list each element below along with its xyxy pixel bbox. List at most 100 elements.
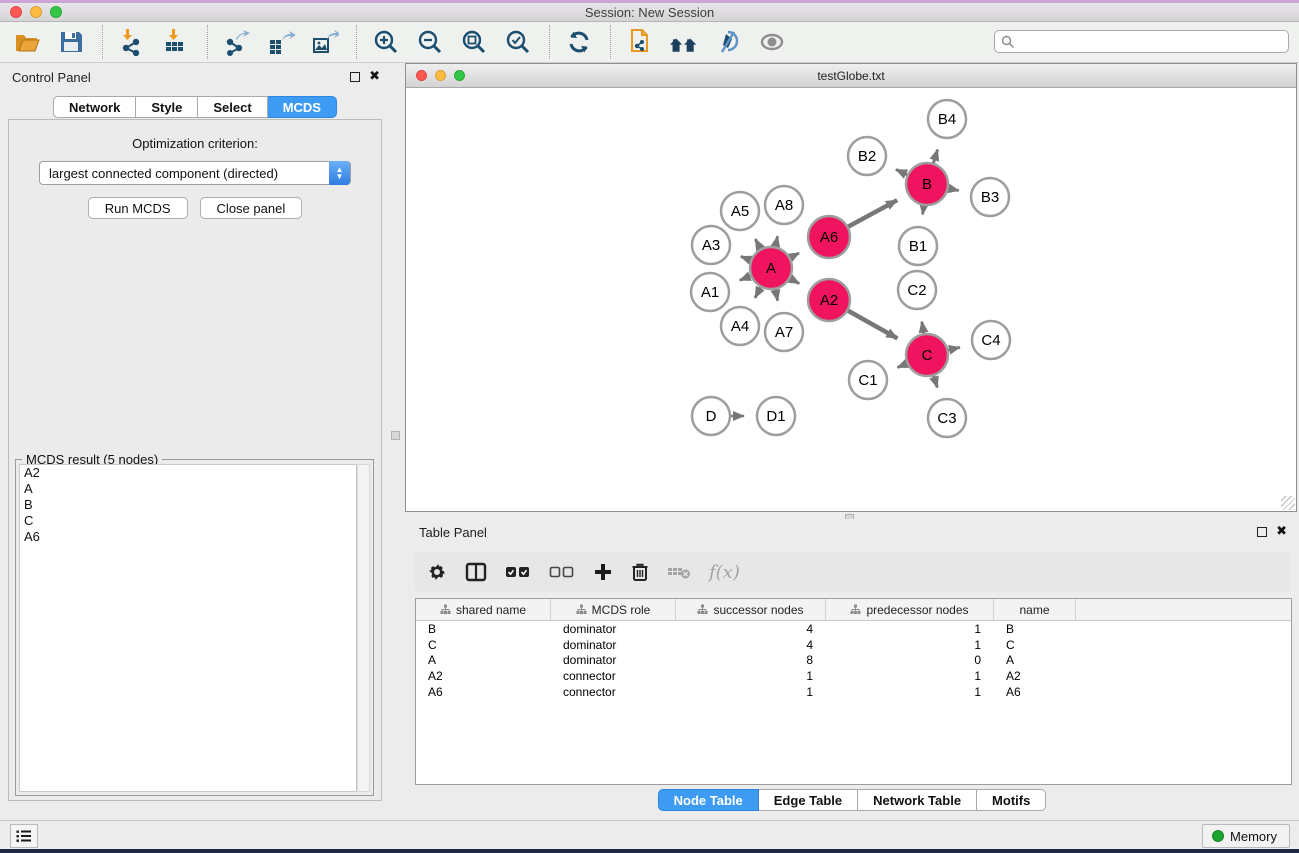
save-session-icon[interactable] [56,27,86,57]
node-A[interactable]: A [750,247,792,289]
result-list-scrollbar[interactable] [357,464,370,792]
zoom-in-icon[interactable] [371,27,401,57]
column-header-predecessor-nodes[interactable]: predecessor nodes [826,599,994,620]
export-table-icon[interactable] [266,27,296,57]
table-row[interactable]: A6connector11A6 [416,684,1291,700]
cell[interactable]: A6 [994,684,1076,700]
cell[interactable]: 1 [676,668,826,684]
delete-row-trash-icon[interactable] [631,562,649,582]
zoom-out-icon[interactable] [415,27,445,57]
node-C3[interactable]: C3 [928,399,966,437]
float-panel-icon[interactable] [350,72,360,82]
cell[interactable]: B [994,621,1076,637]
table-row[interactable]: Bdominator41B [416,621,1291,637]
node-A7[interactable]: A7 [765,313,803,351]
open-file-icon[interactable] [12,27,42,57]
column-header-name[interactable]: name [994,599,1076,620]
node-B2[interactable]: B2 [848,137,886,175]
network-graph[interactable]: B4B2BB3A8A5A6B1A3AC2A1A2A4A7C4CC1DD1C3 [406,88,1296,511]
memory-button[interactable]: Memory [1202,824,1290,848]
cell[interactable]: 4 [676,637,826,653]
node-A5[interactable]: A5 [721,192,759,230]
select-all-checkboxes-icon[interactable] [505,564,531,580]
deselect-all-checkboxes-icon[interactable] [549,564,575,580]
network-canvas[interactable]: B4B2BB3A8A5A6B1A3AC2A1A2A4A7C4CC1DD1C3 [406,88,1296,511]
add-row-icon[interactable] [593,562,613,582]
tab-style[interactable]: Style [136,96,198,118]
node-table[interactable]: shared nameMCDS rolesuccessor nodesprede… [415,598,1292,785]
node-B3[interactable]: B3 [971,178,1009,216]
column-layout-icon[interactable] [465,562,487,582]
hide-style-icon[interactable] [713,27,743,57]
close-panel-button[interactable]: Close panel [200,197,303,219]
cell[interactable]: C [416,637,551,653]
result-item[interactable]: A [20,481,356,497]
import-table-icon[interactable] [161,27,191,57]
cell[interactable]: 1 [826,621,994,637]
tab-edge-table[interactable]: Edge Table [759,789,858,811]
run-mcds-button[interactable]: Run MCDS [88,197,188,219]
node-A1[interactable]: A1 [691,273,729,311]
node-A3[interactable]: A3 [692,226,730,264]
cell[interactable]: dominator [551,637,676,653]
node-B[interactable]: B [906,163,948,205]
node-C[interactable]: C [906,334,948,376]
cell[interactable]: 1 [826,668,994,684]
cell[interactable]: 0 [826,653,994,669]
node-A4[interactable]: A4 [721,307,759,345]
cell[interactable]: 1 [826,684,994,700]
result-item[interactable]: A6 [20,529,356,545]
cell[interactable]: 8 [676,653,826,669]
tab-motifs[interactable]: Motifs [977,789,1046,811]
node-D[interactable]: D [692,397,730,435]
node-C2[interactable]: C2 [898,271,936,309]
close-table-panel-icon[interactable]: ✖ [1276,523,1287,539]
cell[interactable]: 4 [676,621,826,637]
cell[interactable]: connector [551,684,676,700]
table-row[interactable]: A2connector11A2 [416,668,1291,684]
cell[interactable]: 1 [676,684,826,700]
node-D1[interactable]: D1 [757,397,795,435]
cell[interactable]: A [416,653,551,669]
new-network-from-selection-icon[interactable] [625,27,655,57]
window-resize-grip[interactable] [1281,496,1295,510]
result-item[interactable]: C [20,513,356,529]
show-hide-panel-eye-icon[interactable] [757,27,787,57]
refresh-view-icon[interactable] [564,27,594,57]
cell[interactable]: dominator [551,621,676,637]
cell[interactable]: A [994,653,1076,669]
export-image-icon[interactable] [310,27,340,57]
tab-network-table[interactable]: Network Table [858,789,977,811]
table-row[interactable]: Cdominator41C [416,637,1291,653]
column-header-MCDS-role[interactable]: MCDS role [551,599,676,620]
cell[interactable]: 1 [826,637,994,653]
cell[interactable]: connector [551,668,676,684]
search-field[interactable] [994,30,1289,53]
tab-network[interactable]: Network [53,96,136,118]
column-header-successor-nodes[interactable]: successor nodes [676,599,826,620]
zoom-selected-icon[interactable] [503,27,533,57]
mcds-result-list[interactable]: A2ABCA6 [19,464,357,792]
column-header-shared-name[interactable]: shared name [416,599,551,620]
zoom-fit-icon[interactable] [459,27,489,57]
cell[interactable]: B [416,621,551,637]
task-history-button[interactable] [10,824,38,848]
home-icon[interactable] [669,27,699,57]
search-input[interactable] [1019,32,1288,51]
result-item[interactable]: B [20,497,356,513]
tab-select[interactable]: Select [198,96,267,118]
network-window-titlebar[interactable]: testGlobe.txt [406,64,1296,88]
tab-mcds[interactable]: MCDS [268,96,337,118]
node-B1[interactable]: B1 [899,227,937,265]
node-B4[interactable]: B4 [928,100,966,138]
cell[interactable]: A6 [416,684,551,700]
close-panel-icon[interactable]: ✖ [369,68,380,84]
node-C4[interactable]: C4 [972,321,1010,359]
table-settings-gear-icon[interactable] [427,562,447,582]
cell[interactable]: A2 [994,668,1076,684]
cell[interactable]: A2 [416,668,551,684]
cell[interactable]: C [994,637,1076,653]
node-A6[interactable]: A6 [808,216,850,258]
optimization-criterion-dropdown[interactable]: largest connected component (directed) ▲… [39,161,351,185]
node-C1[interactable]: C1 [849,361,887,399]
